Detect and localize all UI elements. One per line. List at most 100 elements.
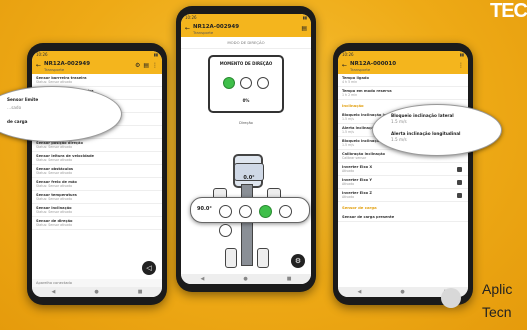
callout-line1: Sensor limite — [7, 97, 39, 102]
nav-back-icon[interactable]: ◀ — [201, 276, 205, 282]
back-arrow-icon[interactable]: ← — [36, 63, 41, 69]
setting-row[interactable]: Tempo ligado 4 h 5 min — [338, 74, 468, 87]
led-indicator — [219, 224, 232, 237]
footer-status: Aparelho conectado — [32, 279, 162, 287]
list-item[interactable]: Sensor leitura de velocidade Status: Sens… — [32, 152, 162, 165]
rear-wheel-left — [225, 248, 237, 268]
list-item-status: Status: Sensor ativado — [36, 145, 73, 149]
back-arrow-icon[interactable]: ← — [185, 26, 190, 32]
card-value: 0% — [242, 98, 250, 103]
top-angle-zoom-label: 0.0° — [243, 175, 255, 181]
steering-card: MOMENTO DE DIREÇÃO 0% — [208, 55, 284, 113]
battery-icon: ▮▮ — [459, 52, 464, 57]
nav-home-icon[interactable]: ● — [400, 289, 404, 295]
callout-line2-sub: 1.5 m/s — [391, 137, 407, 142]
led-indicator — [279, 205, 293, 218]
setting-value: 4 h 5 min — [342, 80, 358, 84]
app-bar: ← NR12A-002949 Transporte ⚙ ▤ ⋮ — [32, 58, 162, 74]
battery-icon: ▮▮ — [153, 52, 158, 57]
app-bar: ← NR12A-000010 Transporte ⋮ — [338, 58, 468, 74]
callout-line2: de carga — [7, 119, 28, 124]
nav-home-icon[interactable]: ● — [243, 276, 247, 282]
callout-line1-sub: 1.5 m/s — [391, 119, 407, 124]
decorative-circle — [441, 288, 461, 308]
device-subtitle: Transporte — [350, 66, 371, 72]
back-arrow-icon[interactable]: ← — [342, 63, 347, 69]
list-item[interactable]: Sensor de direção Status: Sensor ativado — [32, 217, 162, 230]
section-header-2: Sensor de carga — [342, 205, 377, 210]
list-item[interactable]: Sensor obstáculos Status: Sensor ativado — [32, 165, 162, 178]
brand-caption-line2: Tecn — [482, 304, 512, 320]
right-phone: 10:26 ▮▮ ← NR12A-000010 Transporte ⋮ Tem… — [333, 43, 473, 305]
setting-row[interactable]: Inverter Eixo Y Ativado — [338, 176, 468, 189]
setting-value: Ativado — [342, 182, 355, 186]
status-time: 10:26 — [185, 15, 197, 20]
led-indicator — [240, 77, 252, 89]
brand-logo-text: TEC — [490, 0, 527, 22]
nav-home-icon[interactable]: ● — [94, 289, 98, 295]
status-bar: 10:26 ▮▮ — [181, 14, 311, 21]
led-group-top — [210, 74, 282, 93]
menu-icon[interactable]: ⋮ — [458, 63, 464, 69]
mode-header: MODO DE DIREÇÃO — [181, 37, 311, 49]
list-item[interactable]: Sensor temperatura Status: Sensor ativado — [32, 191, 162, 204]
checkbox[interactable] — [457, 180, 462, 185]
center-screen: 10:26 ▮▮ ← NR12A-002949 Transporte ▤ MOD… — [181, 14, 311, 284]
list-item-status: Status: Sensor ativado — [36, 184, 73, 188]
led-indicator — [259, 205, 273, 218]
status-bar: 10:26 ▮▮ — [32, 51, 162, 58]
list-item-status: Status: Sensor ativado — [36, 197, 73, 201]
checkbox[interactable] — [457, 167, 462, 172]
list-item-status: Status: Sensor ativado — [36, 80, 73, 84]
nav-back-icon[interactable]: ◀ — [358, 289, 362, 295]
status-time: 10:26 — [342, 52, 354, 57]
led-indicator — [219, 205, 232, 218]
setting-row[interactable]: Inverter Eixo X Ativado — [338, 163, 468, 176]
top-angle-zoom: 0.0° — [234, 163, 264, 181]
list-item-status: Status: Sensor ativado — [36, 223, 73, 227]
callout-line1: Bloqueio inclinação lateral — [391, 113, 454, 118]
battery-icon: ▮▮ — [302, 15, 307, 20]
settings-fab-button[interactable]: ⚙ — [291, 254, 305, 268]
brand-caption-line1: Aplic — [482, 281, 513, 297]
setting-label: Sensor de carga presente — [342, 215, 395, 219]
led-indicator — [257, 77, 270, 89]
right-callout-zoom: Bloqueio inclinação lateral 1.5 m/s Aler… — [372, 104, 502, 156]
footer-status-text: Aparelho conectado — [36, 281, 72, 285]
list-item-status: Status: Sensor ativado — [36, 210, 73, 214]
led-indicator — [239, 205, 253, 218]
list-item-status: Status: Sensor ativado — [36, 158, 73, 162]
setting-row[interactable]: Inverter Eixo Z Ativado — [338, 189, 468, 202]
share-fab-button[interactable]: ◁ — [142, 261, 156, 275]
setting-value: Ativado — [342, 169, 355, 173]
setting-value: 1 h 2 min — [342, 93, 358, 97]
callout-small: …sado — [7, 105, 22, 110]
setting-row[interactable]: Tempo em modo reserva 1 h 2 min — [338, 87, 468, 100]
nav-bar: ◀ ● ■ — [32, 287, 162, 297]
list-item[interactable]: Sensor inclinação Status: Sensor ativado — [32, 204, 162, 217]
document-icon[interactable]: ▤ — [143, 63, 149, 69]
menu-icon[interactable]: ⋮ — [152, 63, 158, 69]
card-title: MOMENTO DE DIREÇÃO — [219, 61, 273, 66]
settings-icon[interactable]: ⚙ — [135, 63, 140, 69]
diagram-label: Direção — [239, 121, 253, 125]
document-icon[interactable]: ▤ — [301, 26, 307, 32]
list-item[interactable]: Sensor freio de mão Status: Sensor ativad… — [32, 178, 162, 191]
left-phone: 10:26 ▮▮ ← NR12A-002949 Transporte ⚙ ▤ ⋮… — [27, 43, 167, 305]
list-item-status: Status: Sensor ativado — [36, 171, 73, 175]
setting-row[interactable]: Sensor de carga presente — [338, 213, 468, 222]
checkbox[interactable] — [457, 193, 462, 198]
side-angle-zoom-label: 90.0° — [197, 206, 212, 212]
rear-wheel-right — [257, 248, 269, 268]
nav-back-icon[interactable]: ◀ — [52, 289, 56, 295]
nav-recent-icon[interactable]: ■ — [138, 289, 143, 295]
status-time: 10:26 — [36, 52, 48, 57]
setting-value: Ativado — [342, 195, 355, 199]
led-row — [219, 203, 309, 241]
app-bar: ← NR12A-002949 Transporte ▤ — [181, 21, 311, 37]
status-bar: 10:26 ▮▮ — [338, 51, 468, 58]
center-phone: 10:26 ▮▮ ← NR12A-002949 Transporte ▤ MOD… — [176, 6, 316, 292]
callout-line2: Alerta inclinação longitudinal — [391, 131, 461, 136]
led-indicator — [222, 77, 235, 89]
nav-recent-icon[interactable]: ■ — [287, 276, 292, 282]
